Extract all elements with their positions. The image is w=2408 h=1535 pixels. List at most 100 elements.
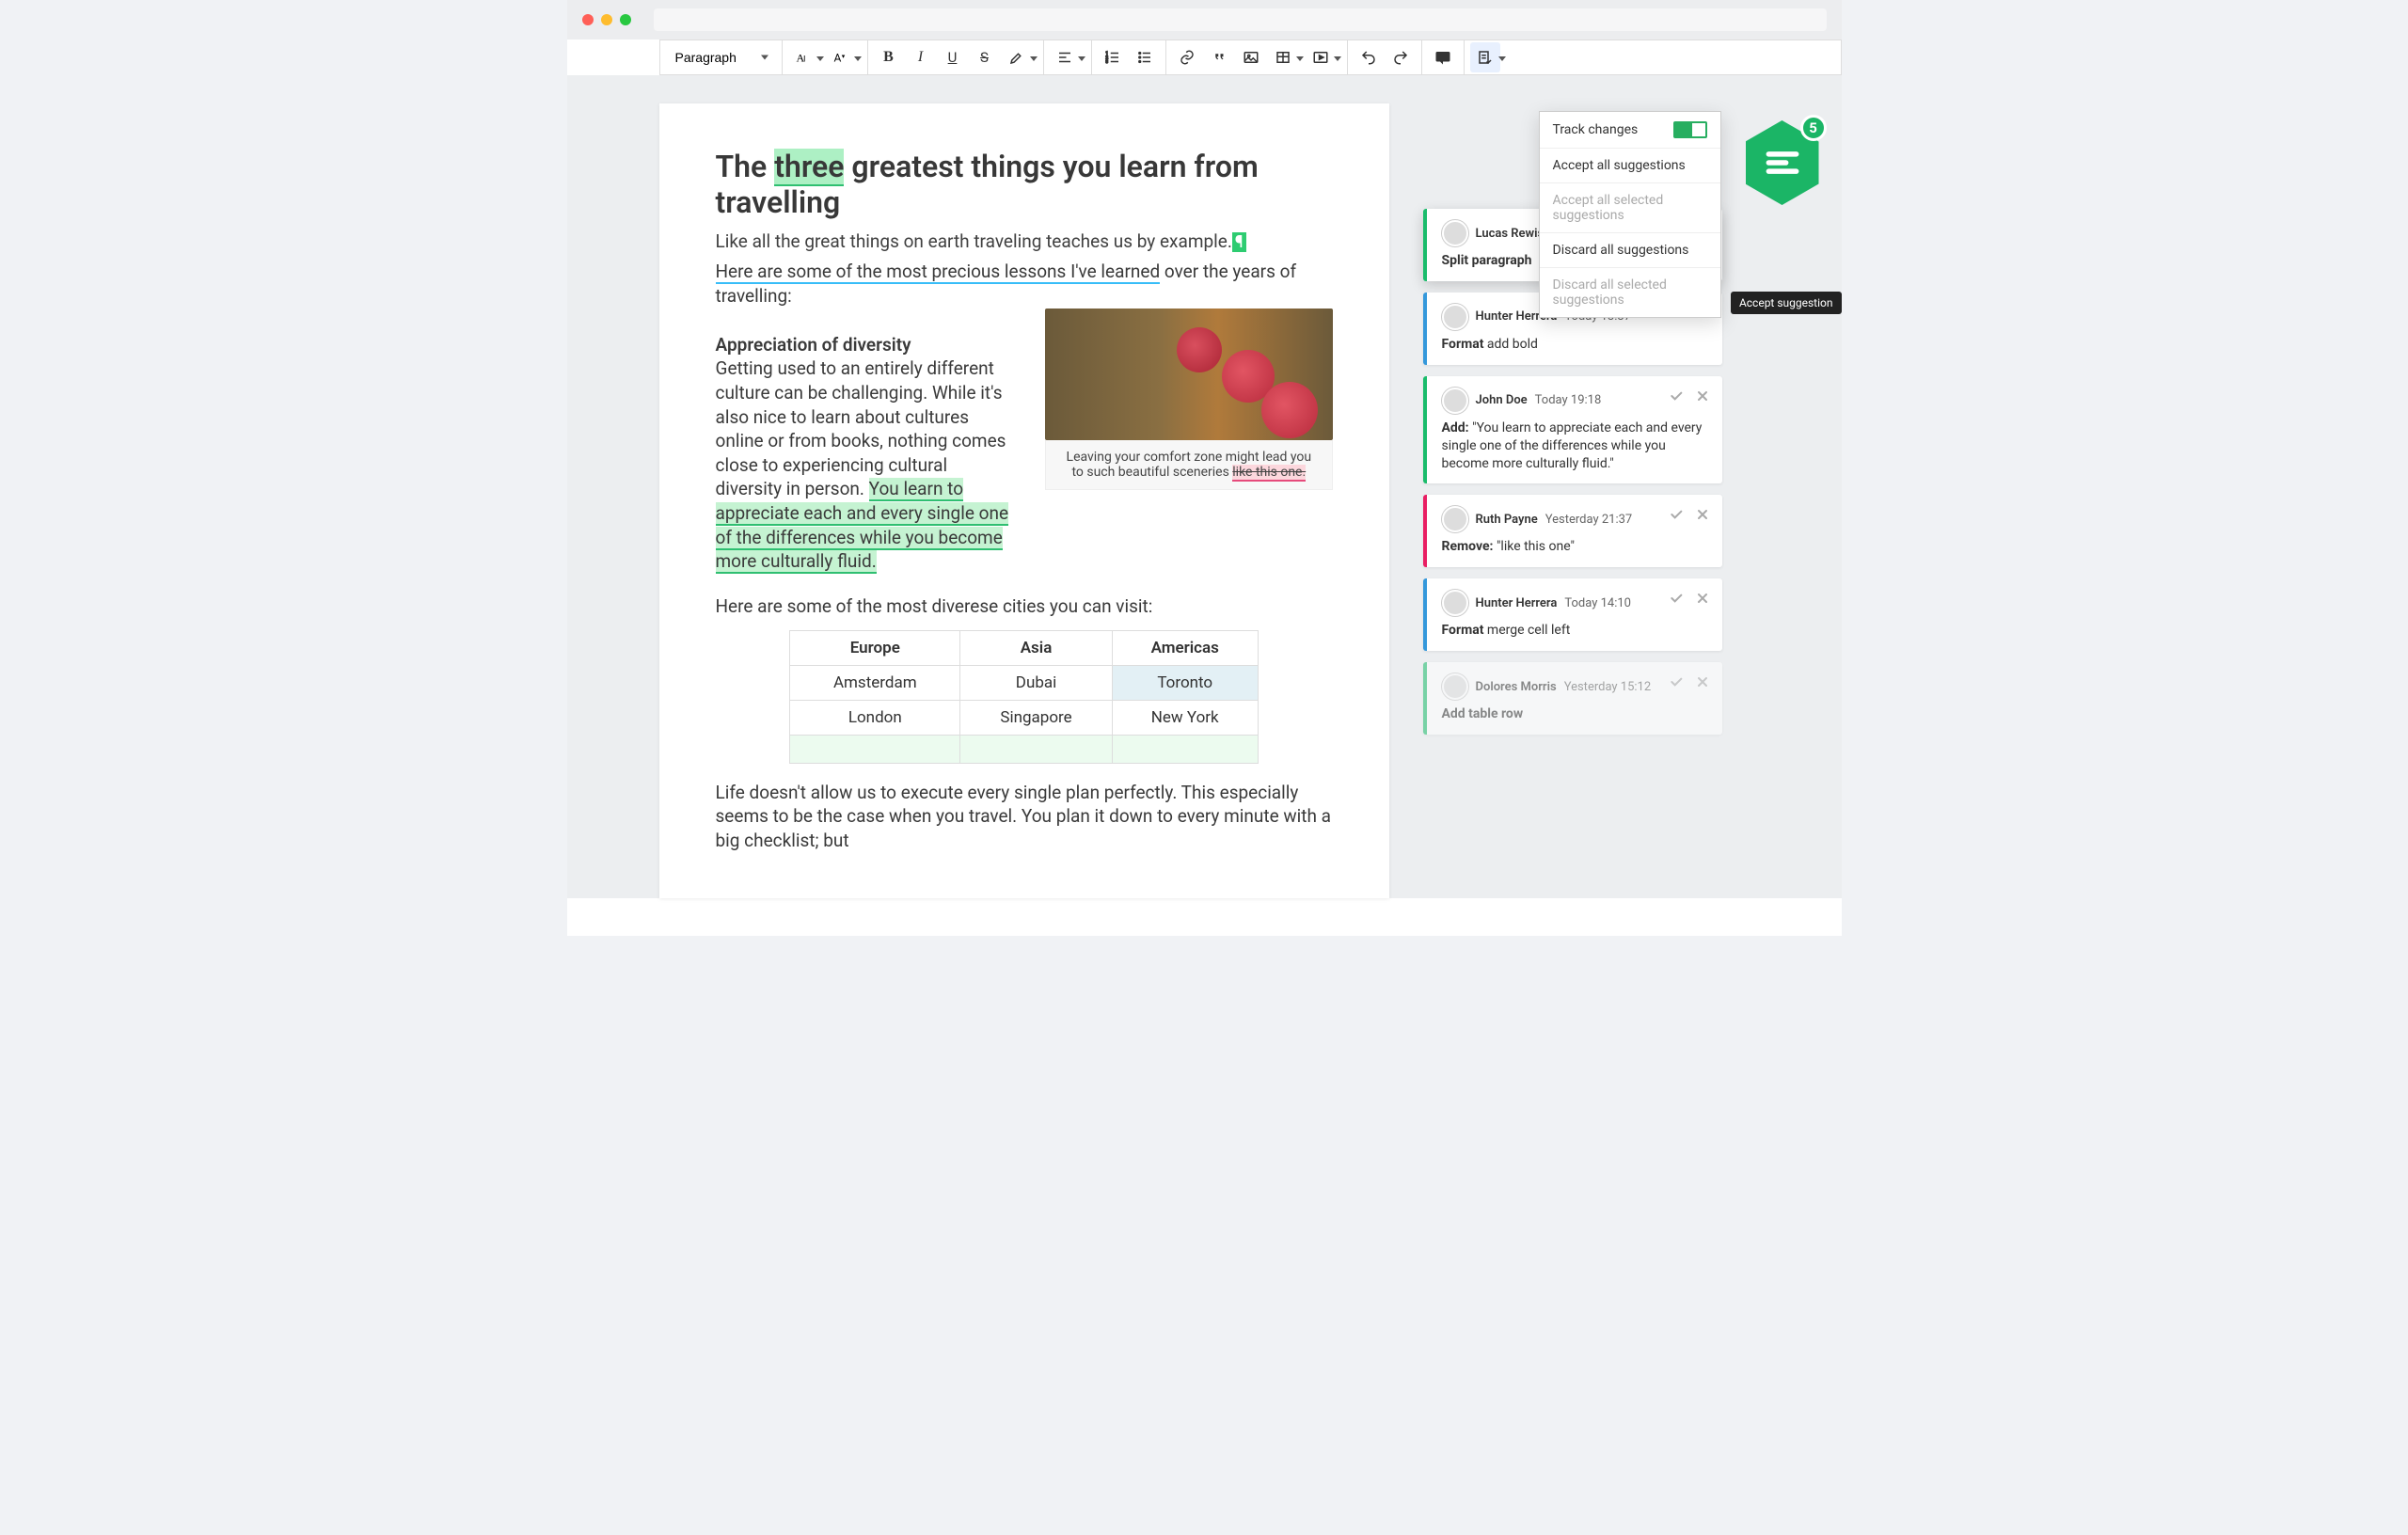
track-changes-dropdown-caret-icon[interactable] [1498,56,1506,61]
suggestion-author: Lucas Rewis [1476,227,1545,241]
format-change-span: Here are some of the most precious lesso… [716,261,1161,284]
dd-accept-all[interactable]: Accept all suggestions [1540,149,1720,183]
bullet-list-button[interactable] [1130,42,1160,72]
dd-discard-selected: Discard all selected suggestions [1540,268,1720,317]
dd-accept-selected: Accept all selected suggestions [1540,183,1720,233]
suggestion-body: Remove: "like this one" [1442,538,1709,556]
reject-suggestion-button[interactable] [1692,588,1713,609]
italic-button[interactable]: I [906,42,936,72]
image-decoration [1177,327,1222,372]
window-maximize-button[interactable] [620,14,631,25]
svg-text:I: I [803,55,805,65]
suggestion-body: Add: "You learn to appreciate each and e… [1442,419,1709,473]
accept-suggestion-button[interactable] [1666,672,1687,692]
suggestion-time: Today 14:10 [1564,596,1631,610]
image-caption: Leaving your comfort zone might lead you… [1045,440,1332,490]
suggestion-author: Ruth Payne [1476,513,1538,527]
table-button[interactable] [1268,42,1298,72]
doc-lead: Like all the great things on earth trave… [716,229,1333,254]
pilcrow-marker-icon: ¶ [1232,232,1246,252]
suggestion-author: Dolores Morris [1476,680,1557,694]
window-titlebar [567,0,1842,40]
bold-button[interactable]: B [874,42,904,72]
suggestion-card[interactable]: Hunter Herrera Today 14:10 Format merge ce… [1423,578,1722,651]
blockquote-button[interactable] [1204,42,1234,72]
track-changes-dropdown: Track changes Accept all suggestions Acc… [1539,111,1721,318]
notifications-count: 5 [1800,115,1827,141]
table-header: Americas [1112,630,1258,665]
title-insertion: three [774,149,844,186]
added-table-row [790,735,1259,763]
accept-suggestion-tooltip: Accept suggestion [1731,292,1842,314]
suggestion-author: John Doe [1476,393,1528,407]
doc-subheading: Appreciation of diversity [716,333,1018,357]
highlight-button[interactable] [1002,42,1032,72]
svg-text:3: 3 [1105,59,1108,65]
underline-button[interactable]: U [938,42,968,72]
doc-image[interactable] [1045,309,1332,440]
accept-suggestion-button[interactable] [1666,504,1687,525]
image-decoration [1261,382,1318,438]
notifications-badge[interactable]: 5 [1746,120,1819,205]
user-avatar [1442,506,1468,532]
link-button[interactable] [1172,42,1202,72]
reject-suggestion-button[interactable] [1692,672,1713,692]
user-avatar [1442,220,1468,246]
doc-body-paragraph: Getting used to an entirely different cu… [716,356,1018,574]
doc-faded-paragraph: Life doesn't allow us to execute every s… [716,781,1333,853]
reject-suggestion-button[interactable] [1692,504,1713,525]
suggestion-time: Yesterday 21:37 [1545,513,1633,527]
suggestion-card[interactable]: John Doe Today 19:18 Add: "You learn to ap… [1423,376,1722,484]
user-avatar [1442,304,1468,330]
window-close-button[interactable] [582,14,594,25]
user-avatar [1442,388,1468,414]
table-row: London Singapore New York [790,700,1259,735]
comment-button[interactable] [1428,42,1458,72]
media-button[interactable] [1306,42,1336,72]
svg-text:A: A [833,52,841,65]
suggestion-time: Today 19:18 [1535,393,1602,407]
redo-button[interactable] [1386,42,1416,72]
user-avatar [1442,590,1468,616]
toggle-on-icon[interactable] [1673,121,1707,138]
font-family-button[interactable]: AI [788,42,818,72]
dd-discard-all[interactable]: Discard all suggestions [1540,233,1720,268]
suggestion-card[interactable]: Dolores Morris Yesterday 15:12 Add table r… [1423,662,1722,735]
strikethrough-button[interactable]: S [970,42,1000,72]
heading-select[interactable]: Paragraph [666,42,776,72]
editor-toolbar: Paragraph AI A▾ B I U S 123 [659,40,1842,75]
numbered-list-button[interactable]: 123 [1098,42,1128,72]
svg-text:▾: ▾ [841,53,845,60]
browser-window: 5 Paragraph AI A▾ B I U S [567,0,1842,936]
table-row: Amsterdam Dubai Toronto [790,665,1259,700]
suggestion-body: Format merge cell left [1442,622,1709,640]
track-changes-button[interactable] [1470,42,1500,72]
cities-table[interactable]: Europe Asia Americas Amsterdam Dubai Tor… [789,630,1259,764]
user-avatar [1442,673,1468,700]
accept-suggestion-button[interactable] [1666,386,1687,406]
editor-area: The three greatest things you learn from… [567,75,1842,898]
title-text: The [716,149,775,184]
reject-suggestion-button[interactable] [1692,386,1713,406]
table-header: Europe [790,630,960,665]
undo-button[interactable] [1354,42,1384,72]
app-content: 5 Paragraph AI A▾ B I U S [567,40,1842,936]
dd-track-changes-toggle[interactable]: Track changes [1540,112,1720,149]
suggestion-body: Format add bold [1442,336,1709,354]
suggestion-card[interactable]: Ruth Payne Yesterday 21:37 Remove: "like t… [1423,495,1722,567]
doc-paragraph: Here are some of the most diverese citie… [716,594,1333,619]
window-minimize-button[interactable] [601,14,612,25]
table-header: Asia [960,630,1112,665]
suggestion-time: Yesterday 15:12 [1564,680,1652,694]
address-bar[interactable] [654,8,1827,31]
doc-paragraph: Here are some of the most precious lesso… [716,260,1333,308]
font-size-button[interactable]: A▾ [826,42,856,72]
suggestion-body: Add table row [1442,705,1709,723]
image-button[interactable] [1236,42,1266,72]
accept-suggestion-button[interactable] [1666,588,1687,609]
align-button[interactable] [1050,42,1080,72]
doc-title: The three greatest things you learn from… [716,149,1333,220]
deletion-span: like this one. [1232,465,1306,482]
suggestion-author: Hunter Herrera [1476,596,1558,610]
document-page[interactable]: The three greatest things you learn from… [659,103,1389,898]
